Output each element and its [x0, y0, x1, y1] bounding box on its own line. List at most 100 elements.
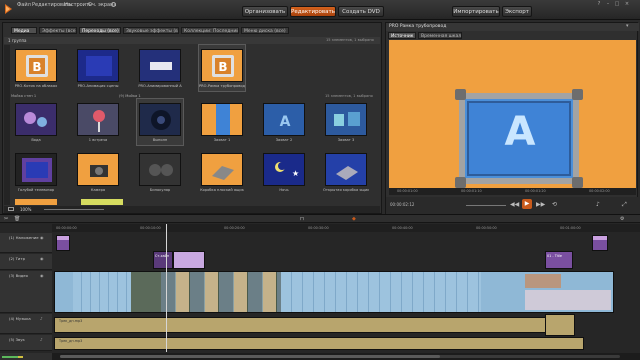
zoom-slider[interactable]: [44, 209, 104, 210]
track-header[interactable]: (1) Наложение ◉: [0, 233, 52, 253]
title-clip[interactable]: 01 - Title: [545, 251, 573, 269]
library-item[interactable]: B PRO-Котик на облаках: [13, 45, 59, 91]
menu-file[interactable]: Файл: [17, 2, 31, 8]
close-icon[interactable]: ×: [624, 2, 630, 7]
fullscreen-icon[interactable]: ⤢: [622, 201, 627, 209]
library-item[interactable]: Открытая коробка ящика: [323, 149, 369, 195]
row2-grid: Вода 1 встреча Выполн Захват 1 A Захват 2 Захв…: [13, 98, 373, 147]
thumbnail-caption: Захват 1: [213, 138, 231, 142]
sidebar-strip[interactable]: [4, 45, 10, 205]
eye-icon[interactable]: ◉: [40, 256, 44, 261]
tab-transitions[interactable]: Переходы (все): [79, 27, 121, 34]
tab-media[interactable]: Медиа: [11, 27, 37, 34]
library-item[interactable]: Захват 3: [323, 99, 369, 145]
magnet-icon[interactable]: ⊓: [300, 216, 304, 222]
thumbnail-caption: PRO-Анимация сцены: [77, 84, 119, 88]
preview-viewer[interactable]: A: [389, 40, 636, 188]
thumbnail-image: B: [201, 49, 243, 82]
tab-effects[interactable]: Эффекты (все): [39, 27, 77, 34]
minimize-icon[interactable]: –: [605, 2, 611, 7]
gear-icon[interactable]: [111, 2, 116, 7]
library-item[interactable]: PRO-Анимация сцены: [75, 45, 121, 91]
title-clip-label: 01 - Title: [547, 254, 562, 258]
timeline-panel: ✂ 🗑 ⊓ ◆ ⚙ 00:00:00:00 00:00:10:00 00:00:…: [0, 214, 640, 360]
tab-sound-effects[interactable]: Звуковые эффекты (все): [123, 27, 179, 34]
tab-collections[interactable]: Коллекции: Последний...: [181, 27, 239, 34]
corner-bolt-icon: [455, 89, 466, 100]
library-item[interactable]: Бинокуляр: [137, 149, 183, 195]
preview-ruler[interactable]: 00:00:01:00 00:00:01:10 00:00:01:20 00:0…: [389, 188, 636, 195]
maximize-icon[interactable]: □: [614, 2, 620, 7]
overlay-clip[interactable]: [592, 235, 608, 251]
sound-clip[interactable]: Трек_дп.mp3: [54, 337, 584, 350]
mode-organize-button[interactable]: Организовать: [242, 6, 288, 17]
video-track-clips[interactable]: [54, 271, 614, 313]
row4-peek: [13, 199, 133, 205]
library-item[interactable]: Камера: [75, 149, 121, 195]
library-item[interactable]: Голубой телевизор: [13, 149, 59, 195]
forward-icon[interactable]: ▶▶: [536, 201, 545, 208]
loop-icon[interactable]: ⟲: [552, 201, 557, 208]
music-clip[interactable]: Трек_дп.mp3: [54, 317, 559, 333]
play-button[interactable]: ▶: [522, 199, 532, 209]
tab-source[interactable]: Источник: [388, 32, 416, 39]
title-clip[interactable]: Ст-хайп: [153, 251, 173, 269]
library-item[interactable]: 1 встреча: [75, 99, 121, 145]
svg-text:B: B: [218, 60, 227, 74]
mode-edit-button[interactable]: Редактировать: [290, 6, 336, 17]
volume-icon[interactable]: ♪: [596, 201, 600, 208]
preview-panel: PRO Рамка трубопровод ▾ Источник Временн…: [385, 22, 639, 214]
thumbnail-image: [325, 153, 367, 186]
eye-icon[interactable]: ◉: [40, 273, 44, 278]
scrub-slider[interactable]: [466, 205, 506, 206]
preview-options-icon[interactable]: ▾: [626, 24, 632, 29]
horizontal-scrollbar[interactable]: [60, 355, 620, 358]
overlay-clip[interactable]: [56, 235, 70, 251]
thumbnail-caption: Выполн: [152, 138, 168, 142]
library-item[interactable]: B PRO-Рамка трубопровод: [198, 44, 246, 92]
thumbnail-image: [139, 103, 181, 136]
thumbnail-caption: PRO-Котик на облаках: [14, 84, 58, 88]
library-item[interactable]: Коробка плоский ящик: [199, 149, 245, 195]
library-item[interactable]: Захват 1: [199, 99, 245, 145]
mode-export-button[interactable]: Экспорт: [502, 6, 532, 17]
library-item[interactable]: A Захват 2: [261, 99, 307, 145]
razor-icon[interactable]: ✂: [4, 216, 8, 222]
timeline-ruler[interactable]: 00:00:00:00 00:00:10:00 00:00:20:00 00:0…: [52, 224, 640, 232]
thumbnail-image: [15, 103, 57, 136]
zoom-label[interactable]: 100%: [20, 207, 31, 212]
library-item[interactable]: PRO-Анимированный А: [137, 45, 183, 91]
transport-bar: 00:00:02:12 ◀◀ ▶ ▶▶ ⟲ ♪ ⤢: [386, 197, 639, 214]
title-clip[interactable]: [173, 251, 205, 269]
track-header[interactable]: (5) Звук ♪: [0, 335, 52, 351]
eye-icon[interactable]: ◉: [40, 235, 44, 240]
ruler-tick: 00:01:00:00: [560, 226, 581, 230]
trash-icon[interactable]: 🗑: [14, 216, 20, 222]
mode-create-dvd-button[interactable]: Создать DVD: [338, 6, 384, 17]
library-item[interactable]: Вода: [13, 99, 59, 145]
tab-disc-menus[interactable]: Меню диска (все): [241, 27, 289, 34]
thumbnail-image: [201, 153, 243, 186]
marker-icon[interactable]: ◆: [352, 216, 356, 222]
corner-bolt-icon: [572, 89, 583, 100]
thumbnail-caption: Бинокуляр: [149, 188, 171, 192]
preview-ruler-tick: 00:00:02:00: [589, 189, 610, 193]
track-header[interactable]: (3) Видео ◉: [0, 271, 52, 313]
settings-icon[interactable]: ⚙: [620, 216, 624, 222]
list-view-icon[interactable]: [8, 207, 14, 211]
timecode[interactable]: 00:00:02:12: [390, 202, 414, 207]
track-header[interactable]: (4) Музыка ♪: [0, 314, 52, 334]
library-item[interactable]: ★ Ночь: [261, 149, 307, 195]
row3-grid: Голубой телевизор Камера Бинокуляр Коробка …: [13, 149, 373, 197]
music-clip[interactable]: [545, 314, 575, 336]
playhead[interactable]: [166, 224, 167, 352]
track-header[interactable]: (2) Титр ◉: [0, 254, 52, 270]
mode-import-button[interactable]: Импортировать: [452, 6, 500, 17]
help-icon[interactable]: ?: [596, 2, 602, 7]
library-item[interactable]: Выполн: [136, 98, 184, 146]
speaker-icon[interactable]: ♪: [40, 337, 43, 342]
tab-timeline-preview[interactable]: Временная шкала: [418, 32, 462, 39]
row2-status: 15 элементов, 1 выбрано: [325, 94, 373, 98]
rewind-icon[interactable]: ◀◀: [510, 201, 519, 208]
speaker-icon[interactable]: ♪: [40, 316, 43, 321]
